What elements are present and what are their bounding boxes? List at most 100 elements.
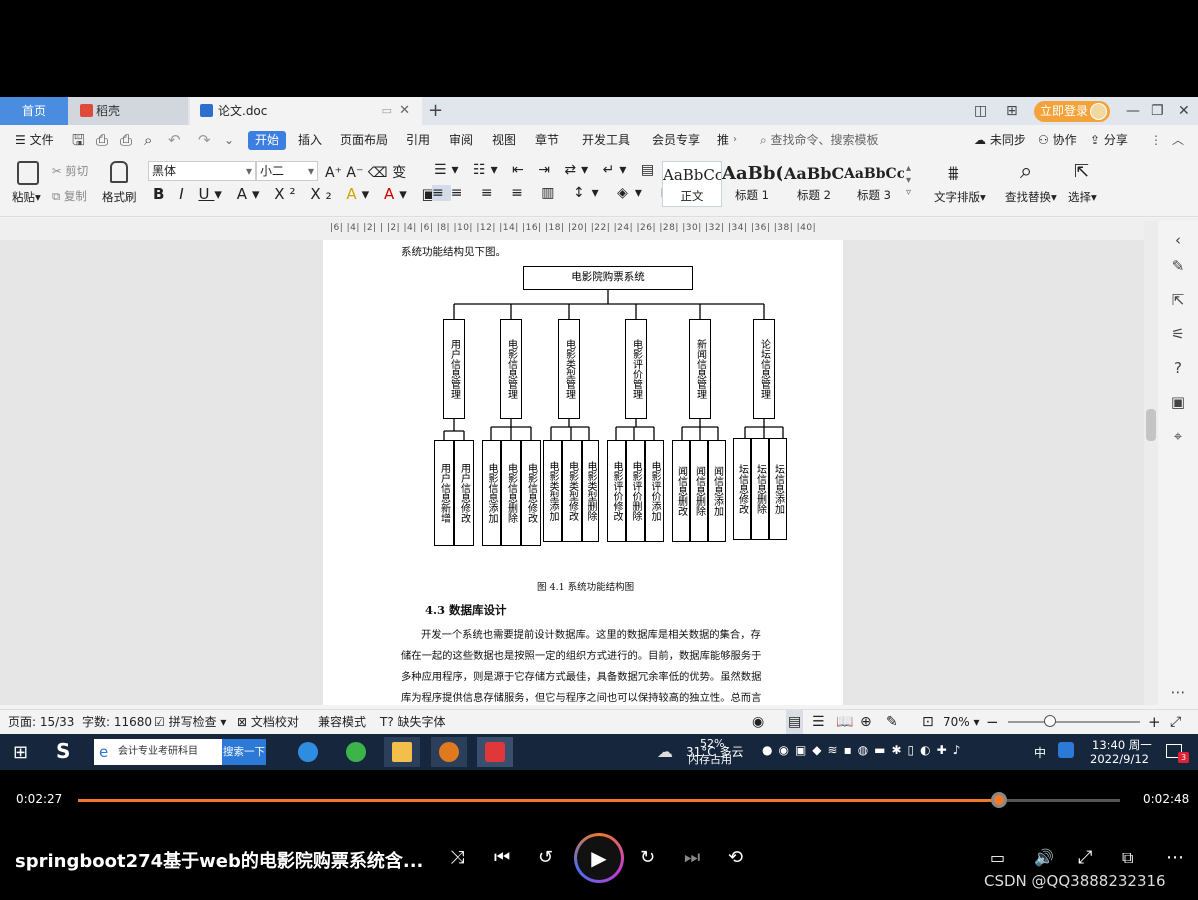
ie-browser-icon[interactable] xyxy=(290,737,326,767)
fullscreen-expand-icon[interactable]: ⤢ xyxy=(1078,846,1092,870)
align-tools[interactable]: ≡≡ ≡ ≡ ▥ ↕▾ ◈▾ ⊞▾ xyxy=(432,185,693,201)
collapse-ribbon-icon[interactable]: ︿ xyxy=(1172,125,1184,155)
file-explorer-icon[interactable] xyxy=(384,737,420,767)
help-icon[interactable]: ? xyxy=(1169,359,1187,377)
volume-icon[interactable]: 🔊 xyxy=(1034,846,1054,870)
page-count[interactable]: 页面: 15/33 xyxy=(8,710,74,734)
style-heading1[interactable]: AaBb(标题 1 xyxy=(722,161,782,207)
windows-start-icon[interactable]: ⊞ xyxy=(13,742,28,763)
fullscreen-icon[interactable]: ⤢ xyxy=(1170,710,1181,734)
style-heading2[interactable]: AaBbC 标题 2 xyxy=(784,161,844,207)
menu-chapter[interactable]: 章节 xyxy=(535,125,559,155)
collab-button[interactable]: ⚇ 协作 xyxy=(1038,125,1077,155)
save-icon[interactable]: 🖫 xyxy=(72,125,85,155)
read-view-icon[interactable]: 📖 xyxy=(836,710,853,734)
format-painter-icon[interactable] xyxy=(110,161,128,183)
menu-insert[interactable]: 插入 xyxy=(298,125,322,155)
qq-icon[interactable] xyxy=(1058,742,1074,758)
new-tab-button[interactable]: + xyxy=(428,97,443,125)
menu-references[interactable]: 引用 xyxy=(406,125,430,155)
text-layout-icon[interactable]: ⩩ xyxy=(948,161,959,185)
missing-font-button[interactable]: T? 缺失字体 xyxy=(380,710,446,734)
shuffle-icon[interactable]: ⤨ xyxy=(450,846,464,870)
taskbar-search-button[interactable]: 搜索一下 xyxy=(222,739,266,765)
command-search[interactable]: ⌕ 查找命令、搜索模板 xyxy=(760,125,879,155)
paste-button[interactable]: 粘贴▾ xyxy=(12,189,41,205)
taskbar-search-input[interactable]: e 会计专业考研科目 xyxy=(94,739,222,765)
horizontal-ruler[interactable]: |6| |4| |2| | |2| |4| |6| |8| |10| |12| … xyxy=(0,218,1198,240)
tab-home[interactable]: 首页 xyxy=(0,97,68,125)
collapse-panel-icon[interactable]: ‹ xyxy=(1169,231,1187,249)
zoom-slider-track[interactable] xyxy=(1008,721,1140,723)
select-button[interactable]: 选择▾ xyxy=(1068,189,1097,205)
repeat-off-icon[interactable]: ⟲ xyxy=(728,846,743,870)
font-tools[interactable]: A⁺ A⁻ ⌫ 变 xyxy=(325,162,406,182)
spell-check-button[interactable]: ☑ 拼写检查 ▾ xyxy=(154,710,226,734)
progress-handle[interactable] xyxy=(991,792,1008,808)
menu-file[interactable]: ☰ 文件 xyxy=(15,125,54,155)
paste-icon[interactable] xyxy=(17,161,39,185)
360-browser-icon[interactable] xyxy=(338,737,374,767)
more-menu-icon[interactable]: ⋯ xyxy=(1166,846,1184,870)
close-window-icon[interactable]: ✕ xyxy=(1178,97,1190,125)
format-painter-button[interactable]: 格式刷 xyxy=(102,189,137,205)
style-heading3[interactable]: AaBbCc 标题 3 xyxy=(844,161,904,207)
share-button[interactable]: ⇪ 分享 xyxy=(1090,125,1128,155)
copy-button[interactable]: ⧉ 复制 xyxy=(52,188,87,204)
scrollbar-thumb[interactable] xyxy=(1146,409,1156,441)
menu-view[interactable]: 视图 xyxy=(492,125,516,155)
paragraph-tools[interactable]: ☰▾ ☷▾ ⇤ ⇥ ⇄▾ ↵▾ ▤ xyxy=(434,162,659,178)
restore-icon[interactable]: ❐ xyxy=(1151,97,1164,125)
outline-view-icon[interactable]: ☰ xyxy=(812,710,825,734)
text-layout-button[interactable]: 文字排版▾ xyxy=(934,189,986,205)
image-icon[interactable]: ▣ xyxy=(1169,393,1187,411)
fit-page-icon[interactable]: ⊡ xyxy=(922,710,934,734)
mini-player-icon[interactable]: ⧉ xyxy=(1122,846,1133,870)
write-icon[interactable]: ✎ xyxy=(886,710,898,734)
eye-protect-icon[interactable]: ◉ xyxy=(752,710,764,734)
ime-indicator[interactable]: 中 xyxy=(1034,744,1046,761)
pin-icon[interactable]: ▭ xyxy=(382,97,392,125)
subtitles-icon[interactable]: ▭ xyxy=(990,846,1005,870)
menu-member[interactable]: 会员专享 xyxy=(652,125,700,155)
export-icon[interactable]: ⎙ xyxy=(96,125,108,155)
font-family-select[interactable]: 黑体 ▾ xyxy=(148,161,256,181)
recorder-app-icon[interactable] xyxy=(431,737,467,767)
menu-page-layout[interactable]: 页面布局 xyxy=(340,125,388,155)
edit-pen-icon[interactable]: ✎ xyxy=(1169,257,1187,275)
adjust-icon[interactable]: ⚟ xyxy=(1169,325,1187,343)
login-button[interactable]: 立即登录 xyxy=(1034,101,1110,122)
preview-icon[interactable]: ⌕ xyxy=(144,125,152,155)
tab-daoke[interactable]: 稻壳 xyxy=(68,97,188,125)
document-page[interactable]: 系统功能结构见下图。 电影院购票系统 用户信息管理 电影信息管理 电影类型管理 … xyxy=(323,240,843,705)
print-icon[interactable]: ⎙ xyxy=(120,125,132,155)
search-icon[interactable]: ⌕ xyxy=(1020,159,1032,184)
find-replace-button[interactable]: 查找替换▾ xyxy=(1005,189,1057,205)
undo-icon[interactable]: ↶ xyxy=(168,125,181,155)
next-icon[interactable]: ⏭ xyxy=(684,846,700,870)
rewind-10-icon[interactable]: ↺ xyxy=(538,846,553,870)
tab-document[interactable]: 论文.doc ▭ ✕ xyxy=(190,97,422,125)
text-format-tools[interactable]: B I U▾ A▾ X² X₂ A▾ A▾ ▣ xyxy=(153,185,441,203)
proofread-button[interactable]: ⊠ 文档校对 xyxy=(237,710,299,734)
vertical-scrollbar[interactable] xyxy=(1144,221,1158,705)
zoom-out-icon[interactable]: − xyxy=(986,710,999,734)
minimize-icon[interactable]: — xyxy=(1126,97,1140,125)
more-options-icon[interactable]: ⋮ xyxy=(1150,125,1162,155)
apps-grid-icon[interactable]: ⊞ xyxy=(1006,97,1018,125)
system-tray-icons[interactable]: ●◉▣◆≋▪◍▬✱▯◐✚♪ xyxy=(762,743,966,757)
cursor-icon[interactable]: ⇱ xyxy=(1074,161,1089,182)
map-pin-icon[interactable]: ⌖ xyxy=(1169,427,1187,445)
redo-icon[interactable]: ↷ xyxy=(198,125,211,155)
sync-button[interactable]: ☁ 未同步 xyxy=(974,125,1026,155)
menu-scroll-right-icon[interactable]: › xyxy=(733,125,737,155)
menu-recommend[interactable]: 推 xyxy=(717,125,729,155)
forward-30-icon[interactable]: ↻ xyxy=(640,846,655,870)
close-tab-icon[interactable]: ✕ xyxy=(399,97,410,125)
pointer-icon[interactable]: ⇱ xyxy=(1169,291,1187,309)
web-view-icon[interactable]: ⊕ xyxy=(860,710,872,734)
play-button[interactable]: ▶ xyxy=(574,833,624,883)
menu-developer[interactable]: 开发工具 xyxy=(582,125,630,155)
wps-app-icon[interactable] xyxy=(477,737,513,767)
word-count[interactable]: 字数: 11680 xyxy=(82,710,152,734)
